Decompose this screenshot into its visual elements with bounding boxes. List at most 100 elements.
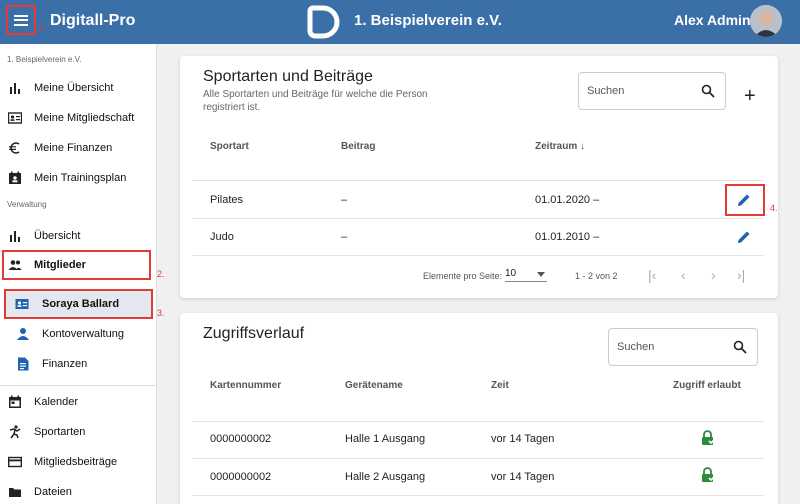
sidebar-item-meine-uebersicht[interactable]: Meine Übersicht bbox=[0, 73, 157, 103]
people-icon bbox=[8, 260, 22, 270]
sidebar-item-uebersicht[interactable]: Übersicht bbox=[0, 221, 157, 251]
sidebar-item-label: Mein Trainingsplan bbox=[34, 172, 127, 184]
menu-button[interactable] bbox=[6, 5, 36, 35]
sidebar-item-label: Mitgliedsbeiträge bbox=[34, 456, 118, 468]
sport-icon bbox=[9, 425, 21, 439]
column-header-zeitraum[interactable]: Zeitraum ↓ bbox=[535, 141, 585, 152]
access-granted-lock-icon bbox=[702, 467, 716, 482]
table-cell-period: 01.01.2010 – bbox=[535, 231, 600, 243]
prev-page-icon[interactable]: ‹ bbox=[681, 268, 686, 282]
annotation-marker-3: 3. bbox=[157, 308, 165, 318]
column-header-zugriff-erlaubt[interactable]: Zugriff erlaubt bbox=[673, 380, 741, 391]
sidebar-item-label: Übersicht bbox=[34, 230, 81, 242]
top-bar: 1. Digitall-Pro 1. Beispielverein e.V. A… bbox=[0, 0, 800, 44]
document-icon bbox=[18, 357, 29, 371]
access-card-title: Zugriffsverlauf bbox=[203, 325, 305, 342]
id-card-icon bbox=[15, 299, 29, 309]
per-page-select[interactable]: 10 bbox=[505, 268, 547, 282]
sidebar-item-label: Dateien bbox=[34, 486, 72, 498]
page-range: 1 - 2 von 2 bbox=[575, 271, 618, 281]
hamburger-icon bbox=[14, 14, 28, 26]
column-header-sportart[interactable]: Sportart bbox=[210, 141, 249, 152]
annotation-marker-4: 4. bbox=[770, 203, 778, 213]
sidebar-item-kalender[interactable]: Kalender bbox=[0, 387, 157, 417]
per-page-value: 10 bbox=[505, 268, 517, 279]
sidebar-section-club: 1. Beispielverein e.V. bbox=[7, 55, 82, 64]
access-search-input[interactable]: Suchen bbox=[608, 328, 758, 366]
table-cell-device: Halle 1 Ausgang bbox=[345, 433, 426, 445]
sidebar-item-mitglieder[interactable]: Mitglieder bbox=[2, 250, 151, 280]
sidebar-item-soraya-ballard[interactable]: Soraya Ballard bbox=[4, 289, 153, 319]
sidebar-item-meine-mitgliedschaft[interactable]: Meine Mitgliedschaft bbox=[0, 103, 157, 133]
person-icon bbox=[17, 328, 29, 340]
sports-search-input[interactable]: Suchen bbox=[578, 72, 726, 110]
edit-pencil-icon[interactable] bbox=[736, 192, 752, 208]
table-cell-device: Halle 2 Ausgang bbox=[345, 471, 426, 483]
row-divider bbox=[192, 495, 764, 496]
sidebar-item-label: Finanzen bbox=[42, 358, 88, 370]
search-icon bbox=[701, 84, 715, 98]
next-page-icon[interactable]: › bbox=[711, 268, 716, 282]
club-logo-icon bbox=[307, 5, 340, 39]
sidebar-item-label: Mitglieder bbox=[34, 259, 86, 271]
dropdown-arrow-icon bbox=[537, 272, 545, 277]
annotation-marker-2: 2. bbox=[157, 269, 165, 279]
annotation-marker-1: 1. bbox=[38, 23, 46, 33]
search-placeholder: Suchen bbox=[617, 341, 655, 353]
sidebar-item-mitgliedsbeitraege[interactable]: Mitgliedsbeiträge bbox=[0, 447, 157, 477]
member-card-icon bbox=[8, 112, 22, 124]
bar-chart-icon bbox=[10, 83, 20, 94]
search-icon bbox=[733, 340, 747, 354]
edit-pencil-icon[interactable] bbox=[736, 229, 752, 245]
table-cell-card: 0000000002 bbox=[210, 433, 272, 445]
last-page-icon[interactable]: ›| bbox=[737, 268, 745, 282]
column-header-geraetename[interactable]: Gerätename bbox=[345, 380, 403, 391]
sidebar-item-label: Kalender bbox=[34, 396, 79, 408]
sidebar-item-label: Meine Mitgliedschaft bbox=[34, 112, 135, 124]
sports-card-title: Sportarten und Beiträge bbox=[203, 68, 373, 85]
sidebar-divider bbox=[0, 385, 157, 386]
table-cell-period: 01.01.2020 – bbox=[535, 194, 600, 206]
table-cell-time: vor 14 Tagen bbox=[491, 433, 555, 445]
column-header-beitrag[interactable]: Beitrag bbox=[341, 141, 375, 152]
row-divider bbox=[192, 218, 764, 219]
avatar-photo-icon bbox=[750, 5, 782, 37]
table-cell-fee: – bbox=[341, 231, 348, 243]
table-cell-sport: Pilates bbox=[210, 194, 244, 206]
sidebar-item-dateien[interactable]: Dateien bbox=[0, 477, 157, 504]
sidebar-item-label: Kontoverwaltung bbox=[42, 328, 124, 340]
user-avatar[interactable] bbox=[750, 5, 782, 37]
column-header-kartennummer[interactable]: Kartennummer bbox=[210, 380, 281, 391]
first-page-icon[interactable]: |‹ bbox=[648, 268, 656, 282]
access-granted-lock-icon bbox=[702, 430, 716, 445]
sidebar-item-finanzen[interactable]: Finanzen bbox=[0, 349, 157, 379]
sidebar-item-label: Meine Finanzen bbox=[34, 142, 113, 154]
sidebar-item-sportarten[interactable]: Sportarten bbox=[0, 417, 157, 447]
sidebar-item-label: Meine Übersicht bbox=[34, 82, 114, 94]
sidebar-item-kontoverwaltung[interactable]: Kontoverwaltung bbox=[0, 319, 157, 349]
sidebar-item-mein-trainingsplan[interactable]: Mein Trainingsplan bbox=[0, 163, 157, 193]
table-cell-card: 0000000002 bbox=[210, 471, 272, 483]
per-page-label: Elemente pro Seite: bbox=[423, 271, 503, 281]
user-name[interactable]: Alex Admin bbox=[674, 12, 751, 28]
bar-chart-icon bbox=[10, 231, 20, 242]
sidebar-item-label: Soraya Ballard bbox=[42, 298, 120, 310]
calendar-person-icon bbox=[9, 171, 21, 184]
sidebar-item-meine-finanzen[interactable]: Meine Finanzen bbox=[0, 133, 157, 163]
row-divider bbox=[192, 180, 764, 181]
column-header-zeit[interactable]: Zeit bbox=[491, 380, 509, 391]
row-divider bbox=[192, 255, 764, 256]
table-cell-time: vor 14 Tagen bbox=[491, 471, 555, 483]
add-sport-button[interactable]: + bbox=[744, 86, 756, 106]
calendar-icon bbox=[9, 395, 21, 408]
sidebar-section-admin: Verwaltung bbox=[7, 200, 47, 209]
row-divider bbox=[192, 458, 764, 459]
app-title: Digitall-Pro bbox=[50, 12, 136, 29]
search-placeholder: Suchen bbox=[587, 85, 625, 97]
euro-icon bbox=[9, 142, 20, 154]
club-title: 1. Beispielverein e.V. bbox=[354, 12, 502, 29]
sports-card-description: Alle Sportarten und Beiträge für welche … bbox=[203, 89, 428, 113]
folder-icon bbox=[9, 488, 21, 497]
sidebar: 1. Beispielverein e.V. Meine Übersicht M… bbox=[0, 44, 165, 504]
table-cell-sport: Judo bbox=[210, 231, 234, 243]
